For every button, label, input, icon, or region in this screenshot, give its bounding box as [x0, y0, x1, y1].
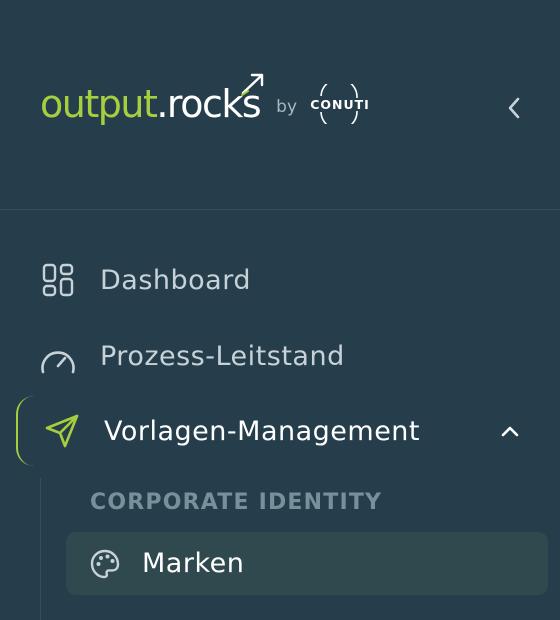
- conuti-logo: CONUTI: [309, 84, 369, 124]
- nav-item-vorlagen-management[interactable]: Vorlagen-Management: [0, 401, 560, 461]
- subnav-guide-line: [40, 478, 41, 620]
- nav-item-dashboard[interactable]: Dashboard: [0, 250, 560, 310]
- brand-logo[interactable]: output .rocks by CONUTI: [40, 73, 369, 132]
- subnav-item-marken[interactable]: Marken: [66, 532, 548, 595]
- subnav-label-marken: Marken: [142, 548, 245, 579]
- sidebar: output .rocks by CONUTI Dashboard Prozes…: [0, 0, 560, 620]
- conuti-text: CONUTI: [310, 96, 370, 112]
- header-divider: [0, 209, 560, 210]
- section-title-corporate-identity: CORPORATE IDENTITY: [90, 490, 383, 515]
- nav-label-prozess-leitstand: Prozess-Leitstand: [100, 340, 345, 372]
- gauge-icon: [40, 338, 76, 374]
- logo-rocks-text: .rocks: [156, 73, 264, 123]
- chevron-left-icon: [508, 97, 520, 119]
- nav-item-prozess-leitstand[interactable]: Prozess-Leitstand: [0, 326, 560, 386]
- nav-label-dashboard: Dashboard: [100, 264, 251, 296]
- grid-icon: [40, 262, 76, 298]
- send-icon: [44, 413, 80, 449]
- chevron-up-icon[interactable]: [494, 415, 526, 447]
- palette-icon: [88, 547, 122, 581]
- logo-output-text: output: [40, 82, 158, 126]
- nav-label-vorlagen-management: Vorlagen-Management: [104, 415, 421, 447]
- rocket-arrow-icon: [241, 73, 264, 96]
- collapse-sidebar-button[interactable]: [496, 88, 532, 128]
- logo-by-text: by: [276, 97, 298, 117]
